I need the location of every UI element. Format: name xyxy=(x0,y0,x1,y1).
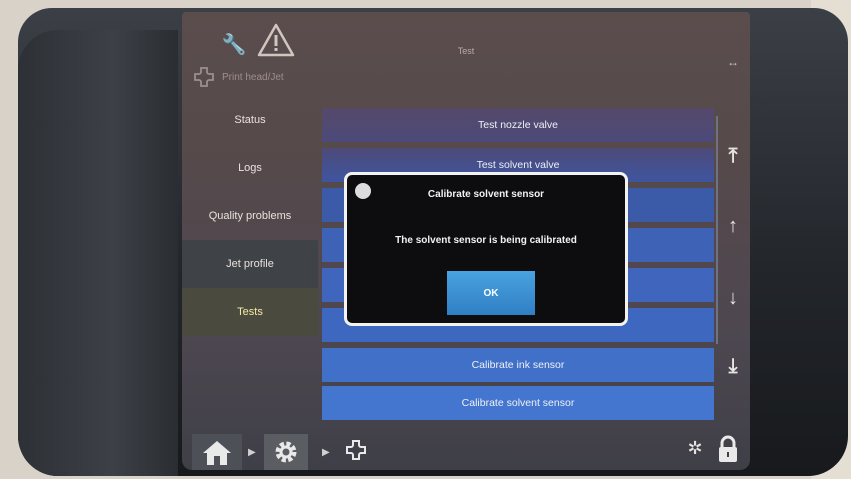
menu-item-label: Logs xyxy=(238,162,262,174)
side-menu: Status Logs Quality problems Jet profile… xyxy=(182,96,318,336)
list-row-label: Calibrate solvent sensor xyxy=(461,397,575,409)
menu-item-quality-problems[interactable]: Quality problems xyxy=(182,192,318,240)
dialog-message: The solvent sensor is being calibrated xyxy=(395,235,577,246)
expand-icon[interactable]: ↔ xyxy=(722,54,744,70)
scroll-top-icon[interactable]: ⤒ xyxy=(720,142,746,170)
settings-button[interactable] xyxy=(264,434,308,470)
puzzle-icon xyxy=(344,438,368,462)
list-row-test-nozzle-valve[interactable]: Test nozzle valve xyxy=(322,108,714,142)
arrow-up-icon[interactable]: ↑ xyxy=(720,212,746,240)
breadcrumb-separator: ▶ xyxy=(322,447,330,458)
list-row-calibrate-ink-sensor[interactable]: Calibrate ink sensor xyxy=(322,348,714,382)
calibration-dialog: Calibrate solvent sensor The solvent sen… xyxy=(344,172,628,326)
lock-icon[interactable] xyxy=(716,434,740,464)
dialog-title: Calibrate solvent sensor xyxy=(427,189,545,200)
menu-item-label: Jet profile xyxy=(226,258,274,270)
top-bar: 🔧 Test ↔ Print head/Jet xyxy=(182,12,750,87)
menu-item-jet-profile[interactable]: Jet profile xyxy=(182,240,318,288)
menu-item-status[interactable]: Status xyxy=(182,96,318,144)
device-screen: 🔧 Test ↔ Print head/Jet Status Logs Qual… xyxy=(182,12,750,470)
list-row-label: Test nozzle valve xyxy=(478,119,558,131)
menu-item-tests[interactable]: Tests xyxy=(182,288,318,336)
module-crumb-button[interactable] xyxy=(342,436,370,464)
list-row-label: Test solvent valve xyxy=(476,159,560,171)
gear-icon xyxy=(272,438,300,466)
list-row-calibrate-solvent-sensor[interactable]: Calibrate solvent sensor xyxy=(322,386,714,420)
bottom-bar: ▶ ▶ ✲ xyxy=(182,430,750,470)
arrow-down-icon[interactable]: ↓ xyxy=(720,284,746,312)
breadcrumb-separator: ▶ xyxy=(248,447,256,458)
scrollbar[interactable] xyxy=(716,116,718,344)
ok-button[interactable]: OK xyxy=(447,271,535,315)
puzzle-icon xyxy=(192,65,216,89)
pulse-icon[interactable]: ✲ xyxy=(682,436,708,460)
menu-item-label: Status xyxy=(234,114,266,126)
list-row-label: Calibrate ink sensor xyxy=(471,359,565,371)
menu-item-label: Quality problems xyxy=(208,210,292,222)
screen-title: Test xyxy=(457,46,475,56)
home-icon xyxy=(201,438,233,466)
module-breadcrumb: Print head/Jet xyxy=(192,64,284,90)
home-button[interactable] xyxy=(192,434,242,470)
menu-item-label: Tests xyxy=(237,306,263,318)
device-bezel-left xyxy=(18,30,178,476)
menu-item-logs[interactable]: Logs xyxy=(182,144,318,192)
scroll-bottom-icon[interactable]: ⤓ xyxy=(720,352,746,380)
module-label: Print head/Jet xyxy=(222,71,284,83)
